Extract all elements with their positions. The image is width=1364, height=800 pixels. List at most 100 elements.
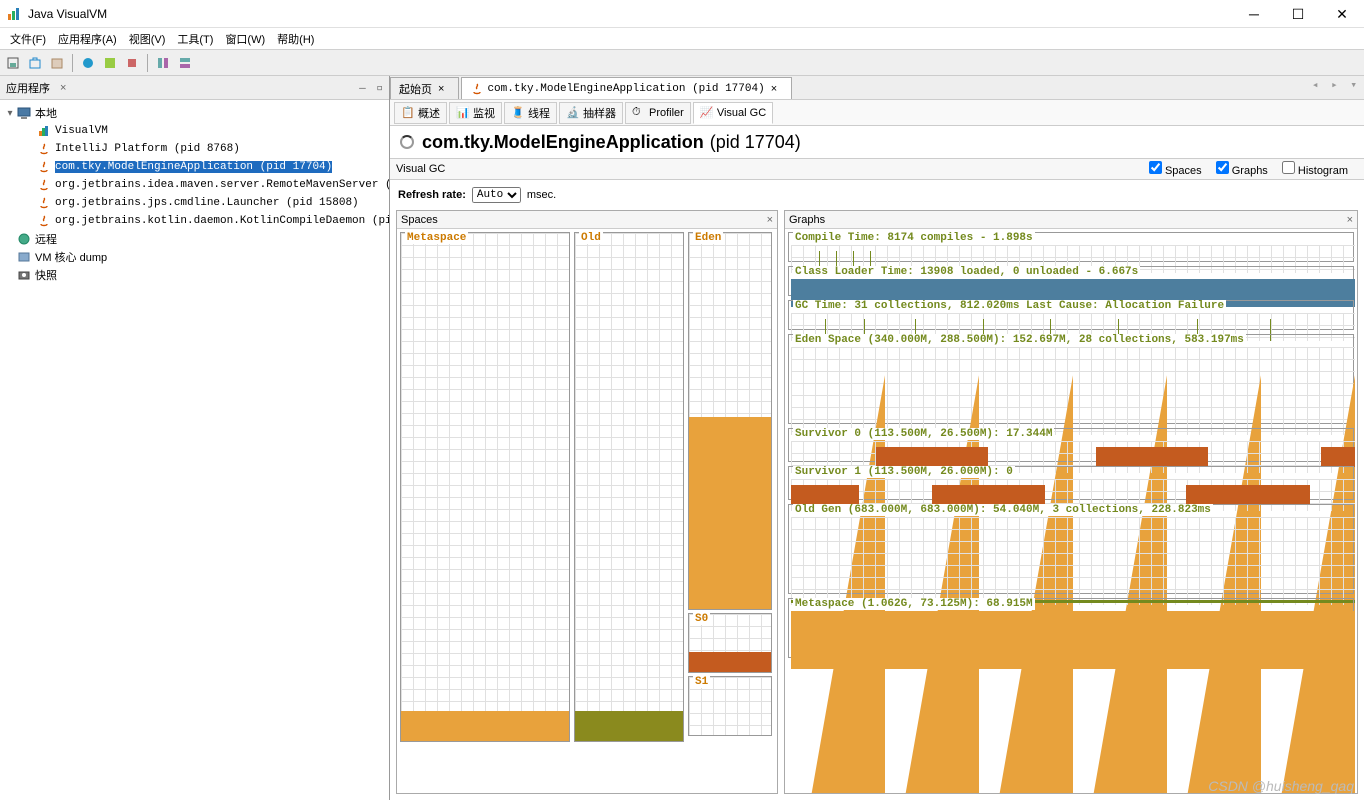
panel-controls[interactable]: — ▫ — [359, 81, 385, 94]
subtab-sampler[interactable]: 🔬抽样器 — [559, 102, 623, 124]
refresh-unit: msec. — [527, 189, 556, 201]
menu-help[interactable]: 帮助(H) — [271, 29, 320, 49]
java-icon — [36, 195, 52, 211]
main-content: 起始页 × com.tky.ModelEngineApplication (pi… — [390, 76, 1364, 800]
java-icon — [36, 213, 52, 229]
spaces-panel: Spaces × Metaspace Old Eden S0S1 — [396, 210, 778, 794]
graph-title: Compile Time: 8174 compiles - 1.898s — [793, 232, 1035, 244]
tab-nav-controls[interactable]: ◂ ▸ ▾ — [1312, 78, 1360, 91]
spaces-panel-title: Spaces — [401, 214, 438, 226]
menu-view[interactable]: 视图(V) — [123, 29, 172, 49]
tree-node-remote[interactable]: 远程 — [0, 230, 389, 248]
toolbar-btn-3[interactable] — [48, 54, 66, 72]
graph-oldgen: Old Gen (683.000M, 683.000M): 54.040M, 3… — [788, 504, 1354, 594]
tree-node-vmdump[interactable]: VM 核心 dump — [0, 248, 389, 266]
tree-label: VM 核心 dump — [35, 249, 107, 265]
tree-node-app[interactable]: VisualVM — [0, 122, 389, 140]
checkbox-histogram[interactable]: Histogram — [1282, 161, 1348, 177]
sampler-icon: 🔬 — [566, 106, 580, 120]
graph-eden: Eden Space (340.000M, 288.500M): 152.697… — [788, 334, 1354, 424]
graph-compile: Compile Time: 8174 compiles - 1.898s — [788, 232, 1354, 262]
editor-tabs: 起始页 × com.tky.ModelEngineApplication (pi… — [390, 76, 1364, 100]
tree-node-snapshot[interactable]: 快照 — [0, 266, 389, 284]
refresh-label: Refresh rate: — [398, 189, 466, 201]
space-title: Old — [579, 232, 603, 244]
checkbox-graphs[interactable]: Graphs — [1216, 161, 1268, 177]
watermark: CSDN @huisheng_qaq — [1208, 778, 1354, 794]
app-logo-icon — [6, 6, 22, 22]
space-title: Eden — [693, 232, 723, 244]
tree-node-app[interactable]: org.jetbrains.jps.cmdline.Launcher (pid … — [0, 194, 389, 212]
applications-panel-close-icon[interactable]: × — [60, 82, 66, 94]
space-eden: Eden — [688, 232, 772, 610]
space-old: Old — [574, 232, 684, 742]
tree-node-app[interactable]: com.tky.ModelEngineApplication (pid 1770… — [0, 158, 389, 176]
subtab-monitor[interactable]: 📊监视 — [449, 102, 502, 124]
tree-label: org.jetbrains.idea.maven.server.RemoteMa… — [55, 179, 389, 191]
toolbar-btn-6[interactable] — [123, 54, 141, 72]
subtab-overview[interactable]: 📋概述 — [394, 102, 447, 124]
subtab-visualgc[interactable]: 📈Visual GC — [693, 102, 773, 124]
toolbar-btn-5[interactable] — [101, 54, 119, 72]
graph-title: Survivor 1 (113.500M, 26.000M): 0 — [793, 466, 1015, 478]
overview-icon: 📋 — [401, 106, 415, 120]
applications-panel: 应用程序 × — ▫ ▾ 本地 VisualVM IntelliJ Platfor… — [0, 76, 390, 800]
space-s0: S0 — [688, 613, 772, 673]
graph-title: Class Loader Time: 13908 loaded, 0 unloa… — [793, 266, 1140, 278]
toolbar-btn-7[interactable] — [154, 54, 172, 72]
java-icon — [36, 159, 52, 175]
menu-tools[interactable]: 工具(T) — [171, 29, 219, 49]
graph-title: GC Time: 31 collections, 812.020ms Last … — [793, 300, 1226, 312]
tree-node-app[interactable]: IntelliJ Platform (pid 8768) — [0, 140, 389, 158]
tab-close-icon[interactable]: × — [438, 83, 444, 95]
monitor-icon: 📊 — [456, 106, 470, 120]
profiler-icon: ⏱ — [632, 106, 646, 120]
graph-gctime: GC Time: 31 collections, 812.020ms Last … — [788, 300, 1354, 330]
tab-close-icon[interactable]: × — [771, 83, 777, 95]
tree-label: 快照 — [35, 267, 57, 283]
graphs-panel: Graphs× Compile Time: 8174 compiles - 1.… — [784, 210, 1358, 794]
toolbar — [0, 50, 1364, 76]
menu-file[interactable]: 文件(F) — [4, 29, 52, 49]
subtab-threads[interactable]: 🧵线程 — [504, 102, 557, 124]
graph-s1: Survivor 1 (113.500M, 26.000M): 0 — [788, 466, 1354, 500]
graph-s0: Survivor 0 (113.500M, 26.500M): 17.344M — [788, 428, 1354, 462]
graph-title: Old Gen (683.000M, 683.000M): 54.040M, 3… — [793, 504, 1213, 516]
toolbar-btn-4[interactable] — [79, 54, 97, 72]
tree-node-app[interactable]: org.jetbrains.idea.maven.server.RemoteMa… — [0, 176, 389, 194]
graph-title: Metaspace (1.062G, 73.125M): 68.915M — [793, 598, 1035, 610]
java-icon — [470, 82, 484, 96]
java-icon — [36, 141, 52, 157]
tree-node-app[interactable]: org.jetbrains.kotlin.daemon.KotlinCompil… — [0, 212, 389, 230]
titlebar: Java VisualVM ─ ☐ ✕ — [0, 0, 1364, 28]
toolbar-btn-8[interactable] — [176, 54, 194, 72]
window-title: Java VisualVM — [28, 7, 107, 21]
remote-icon — [16, 231, 32, 247]
refresh-select[interactable]: Auto — [472, 187, 521, 203]
menu-window[interactable]: 窗口(W) — [219, 29, 271, 49]
menu-app[interactable]: 应用程序(A) — [52, 29, 123, 49]
tree-label: org.jetbrains.kotlin.daemon.KotlinCompil… — [55, 215, 389, 227]
panel-close-icon[interactable]: × — [1347, 214, 1353, 226]
tree-node-local[interactable]: ▾ 本地 — [0, 104, 389, 122]
tab-start-page[interactable]: 起始页 × — [390, 77, 459, 99]
minimize-button[interactable]: ─ — [1232, 0, 1276, 28]
toolbar-btn-1[interactable] — [4, 54, 22, 72]
dump-icon — [16, 249, 32, 265]
maximize-button[interactable]: ☐ — [1276, 0, 1320, 28]
toolbar-btn-2[interactable] — [26, 54, 44, 72]
subtab-profiler[interactable]: ⏱Profiler — [625, 102, 691, 124]
section-title: Visual GC — [396, 163, 445, 175]
space-s1: S1 — [688, 676, 772, 736]
panel-close-icon[interactable]: × — [767, 214, 773, 226]
applications-panel-title: 应用程序 — [6, 80, 50, 96]
applications-tree[interactable]: ▾ 本地 VisualVM IntelliJ Platform (pid 8768… — [0, 100, 389, 800]
tab-application[interactable]: com.tky.ModelEngineApplication (pid 1770… — [461, 77, 792, 99]
close-button[interactable]: ✕ — [1320, 0, 1364, 28]
space-title: Metaspace — [405, 232, 468, 244]
tree-label: IntelliJ Platform (pid 8768) — [55, 143, 240, 155]
app-subtabs: 📋概述 📊监视 🧵线程 🔬抽样器 ⏱Profiler 📈Visual GC — [390, 100, 1364, 126]
checkbox-spaces[interactable]: Spaces — [1149, 161, 1202, 177]
app-heading: com.tky.ModelEngineApplication (pid 1770… — [390, 126, 1364, 158]
graph-classloader: Class Loader Time: 13908 loaded, 0 unloa… — [788, 266, 1354, 296]
